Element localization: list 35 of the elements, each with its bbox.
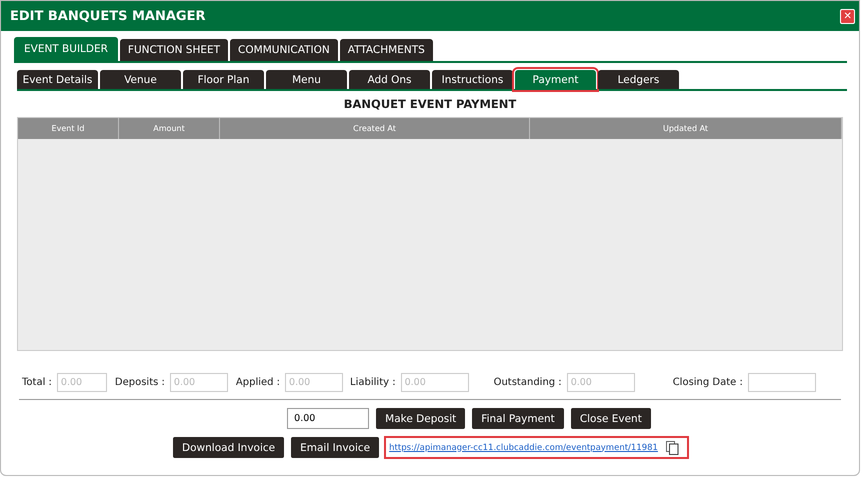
sub-tab[interactable]: Menu <box>266 70 347 89</box>
sub-tab[interactable]: Venue <box>100 70 181 89</box>
section-title: BANQUET EVENT PAYMENT <box>342 97 518 111</box>
main-tab[interactable]: COMMUNICATION <box>230 39 338 61</box>
action-button[interactable]: Final Payment <box>472 408 564 429</box>
sub-tab[interactable]: Floor Plan <box>183 70 264 89</box>
action-button[interactable]: Close Event <box>570 408 651 429</box>
invoice-button[interactable]: Email Invoice <box>291 437 380 458</box>
amount-field[interactable]: 0.00 <box>566 373 635 392</box>
window-title: EDIT BANQUETS MANAGER <box>10 8 206 24</box>
main-tab[interactable]: ATTACHMENTS <box>340 39 433 61</box>
action-button[interactable]: Make Deposit <box>376 408 466 429</box>
date-field[interactable] <box>748 373 816 392</box>
sub-tab[interactable]: Ledgers <box>598 70 679 89</box>
sub-tab[interactable]: Add Ons <box>349 70 430 89</box>
close-button[interactable]: ✕ <box>840 8 855 24</box>
amount-field[interactable]: 0.00 <box>285 373 344 392</box>
sub-tab[interactable]: Payment <box>515 70 596 89</box>
sub-tab[interactable]: Event Details <box>17 70 98 89</box>
field-label: Applied : <box>236 377 280 388</box>
main-tab[interactable]: FUNCTION SHEET <box>120 39 228 61</box>
field-label: Outstanding : <box>494 377 562 388</box>
sub-tab[interactable]: Instructions <box>432 70 513 89</box>
copy-icon[interactable] <box>666 440 679 454</box>
field-label: Deposits : <box>114 377 165 388</box>
payment-link[interactable]: https://apimanager-cc11.clubcaddie.com/eventpayment/11981 <box>389 442 658 452</box>
amount-field[interactable]: 0.00 <box>56 373 107 392</box>
field-label: Liability : <box>350 377 396 388</box>
amount-field[interactable]: 0.00 <box>170 373 228 392</box>
invoice-button[interactable]: Download Invoice <box>173 437 284 458</box>
field-label: Total : <box>22 377 52 388</box>
amount-input[interactable]: 0.00 <box>287 408 370 429</box>
main-tab[interactable]: EVENT BUILDER <box>14 37 118 61</box>
field-label: Closing Date : <box>672 377 743 388</box>
amount-field[interactable]: 0.00 <box>400 373 469 392</box>
